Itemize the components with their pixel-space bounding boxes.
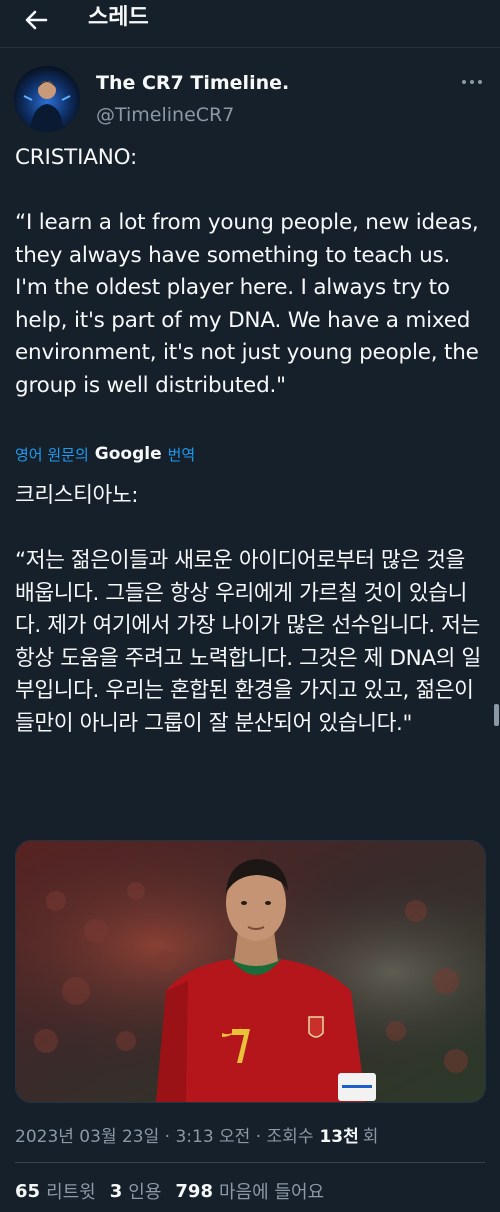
translation-suffix: 번역 (167, 445, 196, 464)
more-button[interactable] (456, 72, 488, 92)
retweet-count[interactable]: 65 (15, 1181, 40, 1202)
quote-label[interactable]: 인용 (128, 1178, 161, 1204)
like-label[interactable]: 마음에 들어요 (219, 1178, 324, 1204)
avatar[interactable] (14, 66, 80, 132)
like-count[interactable]: 798 (175, 1181, 213, 1202)
divider (15, 1162, 485, 1163)
tweet-header: The CR7 Timeline. @TimelineCR7 (0, 62, 500, 132)
user-handle[interactable]: @TimelineCR7 (96, 104, 234, 126)
retweet-label[interactable]: 리트윗 (46, 1178, 96, 1204)
views-suffix: 회 (362, 1126, 379, 1147)
avatar-image (14, 66, 80, 132)
scrollbar-thumb[interactable] (494, 704, 499, 726)
more-horizontal-icon (462, 80, 482, 84)
quote-count[interactable]: 3 (110, 1181, 123, 1202)
display-name[interactable]: The CR7 Timeline. (96, 72, 289, 94)
tweet-meta: 2023년 03월 23일 · 3:13 오전 · 조회수 13천 회 (15, 1122, 379, 1147)
engagement-stats: 65 리트윗 3 인용 798 마음에 들어요 (15, 1178, 338, 1204)
page-title: 스레드 (88, 5, 149, 30)
top-bar: 스레드 (0, 0, 500, 48)
translation-prefix: 영어 원문의 (15, 445, 89, 464)
views-count: 13천 (319, 1126, 359, 1147)
tweet-image[interactable] (15, 840, 486, 1103)
player-photo (16, 841, 485, 1102)
arrow-left-icon (25, 10, 48, 30)
translation-attribution[interactable]: 영어 원문의 Google 번역 (15, 442, 195, 466)
timestamp[interactable]: 2023년 03월 23일 · 3:13 오전 · 조회수 (15, 1122, 313, 1147)
translated-text: 크리스티아노: “저는 젊은이들과 새로운 아이디어로부터 많은 것을 배웁니다… (15, 483, 481, 736)
tweet-text: CRISTIANO: “I learn a lot from young peo… (15, 145, 479, 398)
google-logo-text: Google (94, 444, 162, 464)
back-button[interactable] (20, 4, 52, 36)
